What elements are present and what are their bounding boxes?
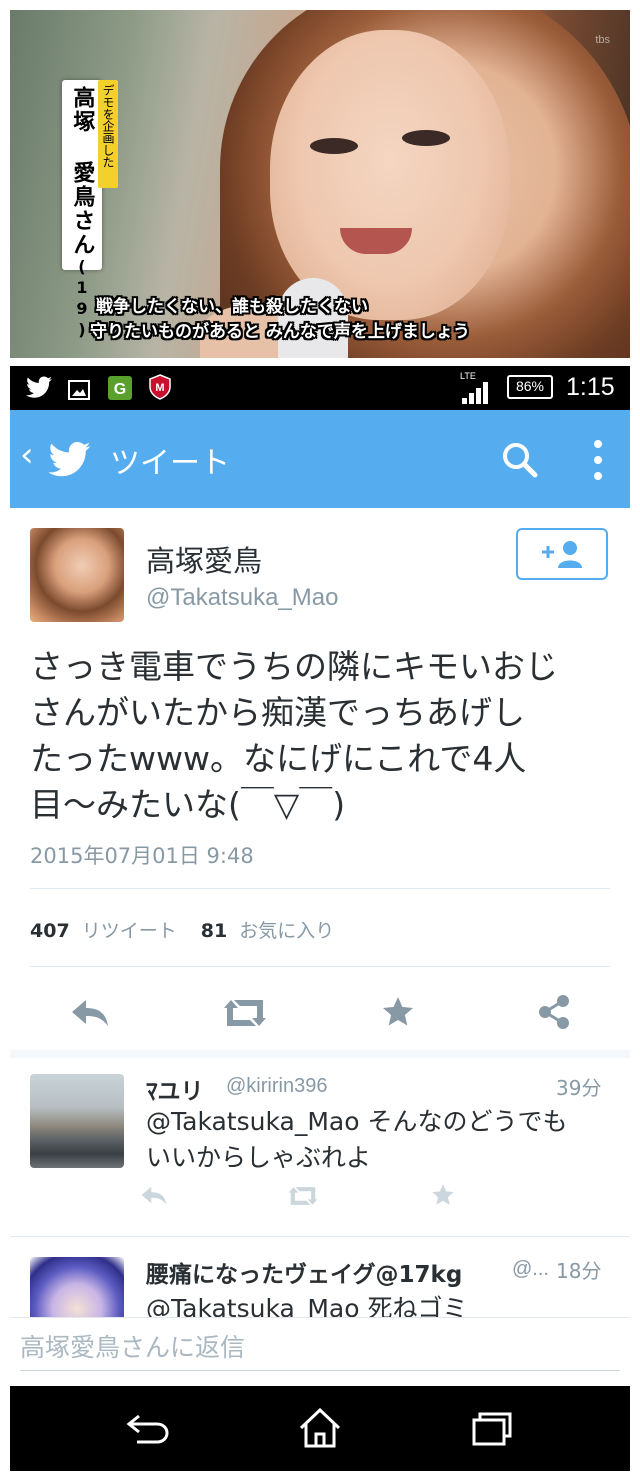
face-shape [270, 30, 510, 320]
favorite-star-icon[interactable] [430, 1182, 456, 1208]
reply-item[interactable]: 腰痛になったヴェイグ@17kg @... 18分 @Takatsuka_Mao … [10, 1237, 630, 1317]
caption-name: 高塚 愛鳥さん(19) [68, 86, 94, 341]
tweet-timestamp: 2015年07月01日 9:48 [30, 844, 254, 868]
reply-text-line: いいからしゃぶれよ [146, 1143, 372, 1172]
tv-screenshot: tbs デモを企画した 高塚 愛鳥さん(19) 戦争したくない、誰も殺したくない… [10, 10, 630, 358]
caption-name-text: 高塚 愛鳥さん [69, 86, 95, 257]
home-nav-icon[interactable] [297, 1406, 343, 1450]
share-icon[interactable] [536, 994, 572, 1030]
security-shield-icon: M [149, 374, 171, 400]
twitter-app-screenshot: G M LTE 86% 1:15 ‹ ツイート 高塚愛鳥 @Takatsuka_… [10, 366, 630, 1471]
divider [30, 966, 610, 967]
reply-time: 39分 [556, 1076, 602, 1100]
back-button[interactable]: ‹ [16, 434, 116, 484]
twitter-bird-icon [48, 442, 91, 477]
favorite-star-icon[interactable] [380, 994, 416, 1030]
twitter-notification-icon [26, 376, 52, 398]
reply-avatar[interactable] [30, 1257, 124, 1317]
display-name[interactable]: 高塚愛鳥 [146, 538, 262, 580]
search-icon[interactable] [500, 440, 540, 480]
reply-icon[interactable] [140, 1184, 168, 1206]
reply-text: @Takatsuka_Mao そんなのどうでも いいからしゃぶれよ [146, 1104, 567, 1176]
subtitle-line-2: 守りたいものがあると みんなで声を上げましょう [90, 322, 470, 342]
avatar[interactable] [30, 528, 124, 622]
section-separator [10, 1050, 630, 1058]
follow-button[interactable] [516, 528, 608, 580]
action-bar: ‹ ツイート [10, 410, 630, 508]
retweet-count[interactable]: 407 [30, 920, 70, 942]
reply-text-line: @Takatsuka_Mao 死ねゴミ [146, 1294, 468, 1317]
tweet-text-line: 目〜みたいな(￣▽￣) [30, 785, 346, 824]
tweet-stats: 407 リツイート 81 お気に入り [30, 916, 334, 943]
overflow-menu-icon[interactable] [588, 436, 608, 484]
recent-apps-nav-icon[interactable] [470, 1408, 514, 1448]
battery-indicator: 86% [507, 375, 553, 399]
divider [30, 888, 610, 889]
navigation-bar [10, 1386, 630, 1471]
retweet-icon[interactable] [286, 1184, 320, 1208]
retweet-icon[interactable] [220, 996, 270, 1030]
left-eye [310, 138, 358, 154]
reply-name[interactable]: 腰痛になったヴェイグ@17kg [146, 1255, 462, 1289]
reply-icon[interactable] [70, 996, 110, 1028]
reply-handle[interactable]: @... [512, 1258, 549, 1281]
back-nav-icon[interactable] [125, 1410, 171, 1448]
signal-strength-icon [462, 382, 488, 404]
reply-name[interactable]: ﾏユリ [146, 1072, 204, 1106]
add-user-icon [542, 541, 582, 568]
battery-percent: 86% [515, 378, 545, 394]
svg-text:G: G [114, 381, 126, 398]
favorite-label[interactable]: お気に入り [239, 920, 334, 942]
tweet-text-line: たったwww。なにげにこれで4人 [30, 739, 527, 778]
gallery-notification-icon [68, 380, 90, 400]
name-tag-text: デモを企画した [101, 84, 115, 168]
retweet-label[interactable]: リツイート [82, 920, 177, 942]
reply-composer: 高塚愛鳥さんに返信 [10, 1317, 630, 1386]
subtitle-line-1: 戦争したくない、誰も殺したくない [96, 297, 368, 317]
reply-input[interactable]: 高塚愛鳥さんに返信 [20, 1330, 620, 1371]
channel-logo: tbs [595, 34, 610, 46]
reply-handle[interactable]: @kiririn396 [226, 1075, 327, 1098]
reply-avatar[interactable] [30, 1074, 124, 1168]
tweet-text-line: さんがいたから痴漢でっちあげし [30, 693, 525, 732]
status-bar: G M LTE 86% 1:15 [10, 366, 630, 410]
action-bar-title: ツイート [110, 446, 230, 481]
reply-item[interactable]: ﾏユリ @kiririn396 39分 @Takatsuka_Mao そんなのど… [10, 1058, 630, 1236]
back-chevron-icon: ‹ [20, 435, 34, 475]
svg-text:M: M [155, 382, 164, 394]
clock: 1:15 [566, 373, 615, 401]
favorite-count[interactable]: 81 [201, 920, 227, 942]
right-eye [402, 130, 450, 146]
tweet-text-line: さっき電車でうちの隣にキモいおじ [30, 647, 558, 686]
reply-time: 18分 [556, 1259, 602, 1283]
app-notification-icon: G [108, 376, 132, 400]
tweet-text: さっき電車でうちの隣にキモいおじ さんがいたから痴漢でっちあげし たったwww。… [30, 644, 620, 828]
caption-age: (19) [72, 257, 92, 341]
user-handle[interactable]: @Takatsuka_Mao [146, 584, 338, 612]
reply-text-line: @Takatsuka_Mao そんなのどうでも [146, 1107, 568, 1136]
